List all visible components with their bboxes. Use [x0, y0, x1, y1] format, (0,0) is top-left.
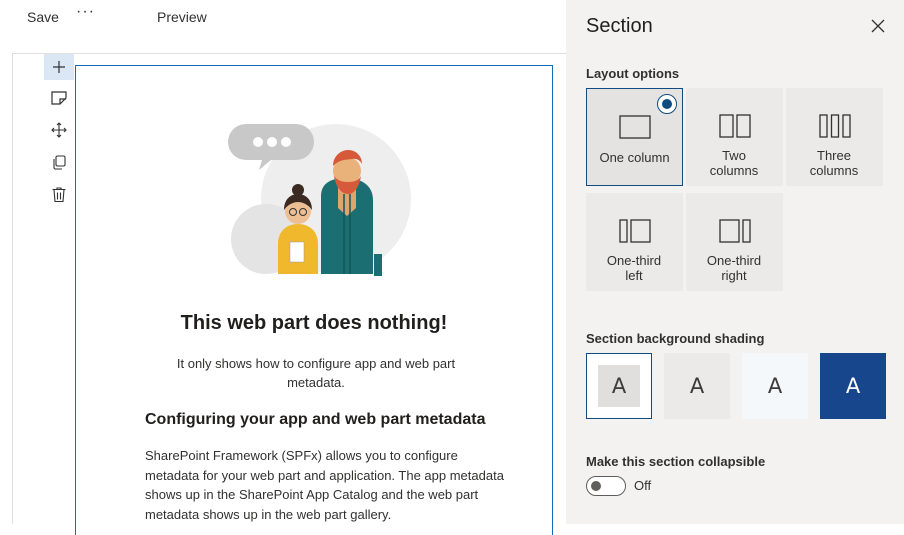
- layout-label: Two columns: [709, 148, 759, 178]
- shading-none-option[interactable]: A: [586, 353, 652, 419]
- save-button[interactable]: Save: [27, 9, 59, 25]
- close-icon[interactable]: [868, 16, 888, 36]
- collapsible-state: Off: [634, 478, 652, 493]
- delete-icon: [52, 186, 66, 202]
- shading-glyph: A: [767, 374, 783, 398]
- layout-one-column[interactable]: One column: [586, 88, 683, 186]
- edit-icon: [51, 91, 67, 105]
- layout-label: Three columns: [809, 148, 859, 178]
- move-icon: [51, 122, 67, 138]
- one-column-icon: [618, 115, 651, 139]
- duplicate-icon: [53, 155, 66, 170]
- three-columns-icon: [818, 114, 851, 138]
- preview-button[interactable]: Preview: [157, 9, 207, 25]
- divider: [12, 53, 566, 54]
- shading-label: Section background shading: [586, 331, 765, 346]
- add-section-button[interactable]: [44, 54, 74, 80]
- shading-glyph: A: [611, 374, 627, 398]
- shading-strong-option[interactable]: A: [820, 353, 886, 419]
- selected-radio-icon: [657, 94, 677, 114]
- collapsible-toggle[interactable]: [586, 476, 626, 496]
- shading-neutral-option[interactable]: A: [664, 353, 730, 419]
- collapsible-label: Make this section collapsible: [586, 454, 766, 469]
- shading-glyph: A: [689, 374, 705, 398]
- people-illustration: [228, 124, 411, 276]
- move-section-button[interactable]: [44, 117, 74, 143]
- one-third-left-icon: [618, 219, 651, 243]
- web-part[interactable]: This web part does nothing! It only show…: [75, 65, 553, 535]
- two-columns-icon: [718, 114, 751, 138]
- layout-one-third-left[interactable]: One-third left: [586, 193, 683, 291]
- section-toolstrip: [44, 54, 74, 214]
- add-icon: [53, 61, 65, 73]
- section-property-pane: Section Layout options One column Two co…: [566, 0, 904, 524]
- toggle-knob: [591, 481, 601, 491]
- duplicate-section-button[interactable]: [44, 149, 74, 175]
- web-part-subtitle: It only shows how to configure app and w…: [176, 356, 456, 390]
- shading-soft-option[interactable]: A: [742, 353, 808, 419]
- web-part-heading: Configuring your app and web part metada…: [145, 411, 486, 428]
- layout-three-columns[interactable]: Three columns: [786, 88, 883, 186]
- canvas-left-border: [12, 54, 13, 524]
- one-third-right-icon: [718, 219, 751, 243]
- command-bar: Save ··· Preview: [0, 0, 566, 38]
- layout-label: One column: [599, 150, 670, 165]
- web-part-body: SharePoint Framework (SPFx) allows you t…: [145, 448, 504, 522]
- layout-two-columns[interactable]: Two columns: [686, 88, 783, 186]
- layout-options-label: Layout options: [586, 66, 680, 81]
- panel-title: Section: [586, 15, 653, 37]
- layout-one-third-right[interactable]: One-third right: [686, 193, 783, 291]
- layout-label: One-third left: [606, 253, 662, 283]
- shading-glyph: A: [845, 374, 861, 398]
- delete-section-button[interactable]: [44, 181, 74, 207]
- edit-section-button[interactable]: [44, 85, 74, 111]
- layout-label: One-third right: [706, 253, 762, 283]
- more-options-button[interactable]: ···: [76, 3, 95, 21]
- web-part-title: This web part does nothing!: [180, 312, 448, 334]
